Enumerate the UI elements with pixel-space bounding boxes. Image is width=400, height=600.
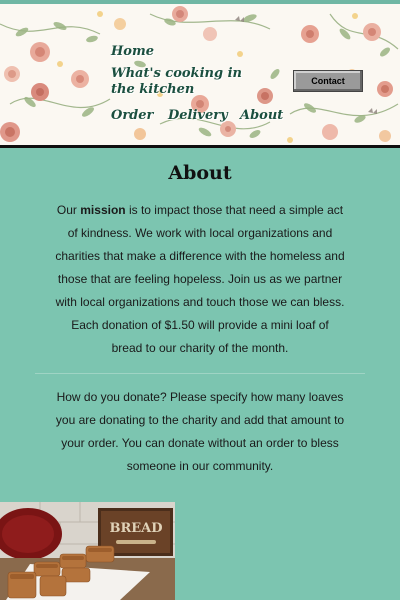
mission-intro: Our [56,203,81,217]
section-divider [35,373,365,374]
nav-whats-cooking[interactable]: What's cooking in the kitchen [111,66,251,98]
mission-paragraph: Our mission is to impact those that need… [55,199,345,360]
nav-about[interactable]: About [240,108,283,124]
mission-text: is to impact those that need a simple ac… [55,203,345,355]
donate-paragraph: How do you donate? Please specify how ma… [55,390,345,473]
nav-order[interactable]: Order [111,108,153,124]
bread-sign-text: BREAD [109,521,162,536]
bread-photo: BREAD [0,502,175,600]
contact-button[interactable]: Contact [293,70,363,92]
nav-delivery[interactable]: Delivery [168,108,228,124]
main-content: About Our mission is to impact those tha… [0,148,400,478]
page-title: About [168,162,232,184]
mission-keyword: mission [80,203,126,217]
nav-home[interactable]: Home [111,44,154,60]
header-banner: Home What's cooking in the kitchen Order… [0,0,400,148]
